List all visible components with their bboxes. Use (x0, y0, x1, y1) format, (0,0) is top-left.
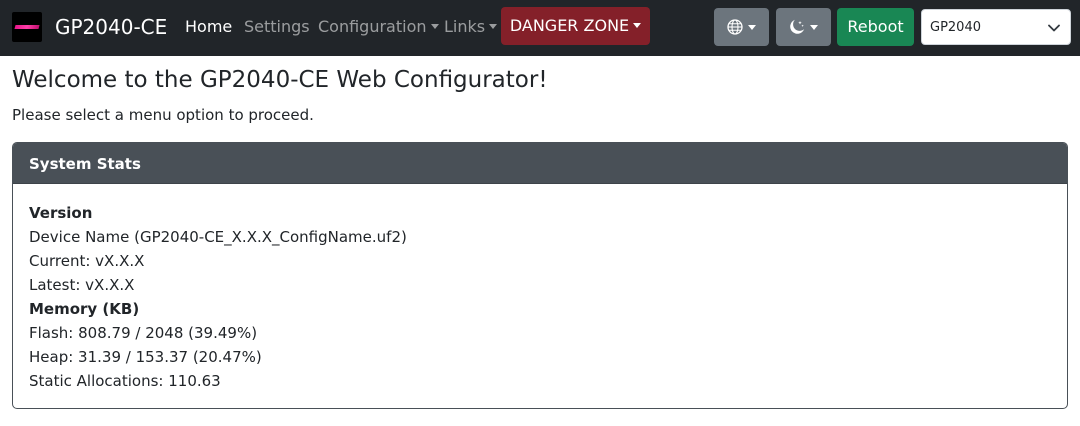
latest-version-text: Latest: vX.X.X (29, 276, 135, 294)
board-select-value: GP2040 (930, 20, 981, 35)
nav-links-label: Links (444, 17, 486, 36)
version-heading: Version (29, 204, 93, 222)
logo-mark (14, 25, 40, 29)
chevron-down-icon (1048, 24, 1060, 32)
globe-icon (727, 19, 743, 35)
nav-home[interactable]: Home (185, 17, 232, 37)
theme-button[interactable] (776, 8, 831, 46)
gp2040-logo-icon[interactable] (12, 12, 42, 42)
flash-usage-text: Flash: 808.79 / 2048 (39.49%) (29, 324, 258, 342)
system-stats-body: Version Device Name (GP2040-CE_X.X.X_Con… (29, 201, 407, 393)
current-version-text: Current: vX.X.X (29, 252, 145, 270)
danger-zone-label: DANGER ZONE (509, 16, 630, 35)
nav-links-dropdown[interactable]: Links (444, 17, 498, 37)
nav-settings[interactable]: Settings (244, 17, 310, 37)
system-stats-card: System Stats Version Device Name (GP2040… (12, 142, 1068, 409)
brand-name[interactable]: GP2040-CE (55, 15, 167, 39)
chevron-down-icon (489, 24, 498, 29)
top-navbar: GP2040-CE Home Settings Configuration Li… (0, 0, 1080, 56)
chevron-down-icon (633, 23, 642, 28)
nav-configuration-label: Configuration (318, 17, 427, 36)
intro-text: Please select a menu option to proceed. (12, 106, 314, 124)
static-allocations-text: Static Allocations: 110.63 (29, 372, 221, 390)
reboot-button[interactable]: Reboot (837, 8, 914, 46)
chevron-down-icon (748, 25, 756, 30)
memory-heading: Memory (KB) (29, 300, 140, 318)
system-stats-title: System Stats (29, 155, 141, 173)
system-stats-header: System Stats (13, 143, 1067, 184)
language-button[interactable] (714, 8, 769, 46)
device-name-text: Device Name (GP2040-CE_X.X.X_ConfigName.… (29, 228, 407, 246)
heap-usage-text: Heap: 31.39 / 153.37 (20.47%) (29, 348, 262, 366)
page-title: Welcome to the GP2040-CE Web Configurato… (12, 67, 548, 93)
chevron-down-icon (430, 24, 439, 29)
nav-configuration-dropdown[interactable]: Configuration (318, 17, 439, 37)
board-select[interactable]: GP2040 (921, 9, 1071, 45)
moon-stars-icon (790, 19, 805, 34)
danger-zone-button[interactable]: DANGER ZONE (501, 7, 650, 45)
chevron-down-icon (810, 25, 818, 30)
